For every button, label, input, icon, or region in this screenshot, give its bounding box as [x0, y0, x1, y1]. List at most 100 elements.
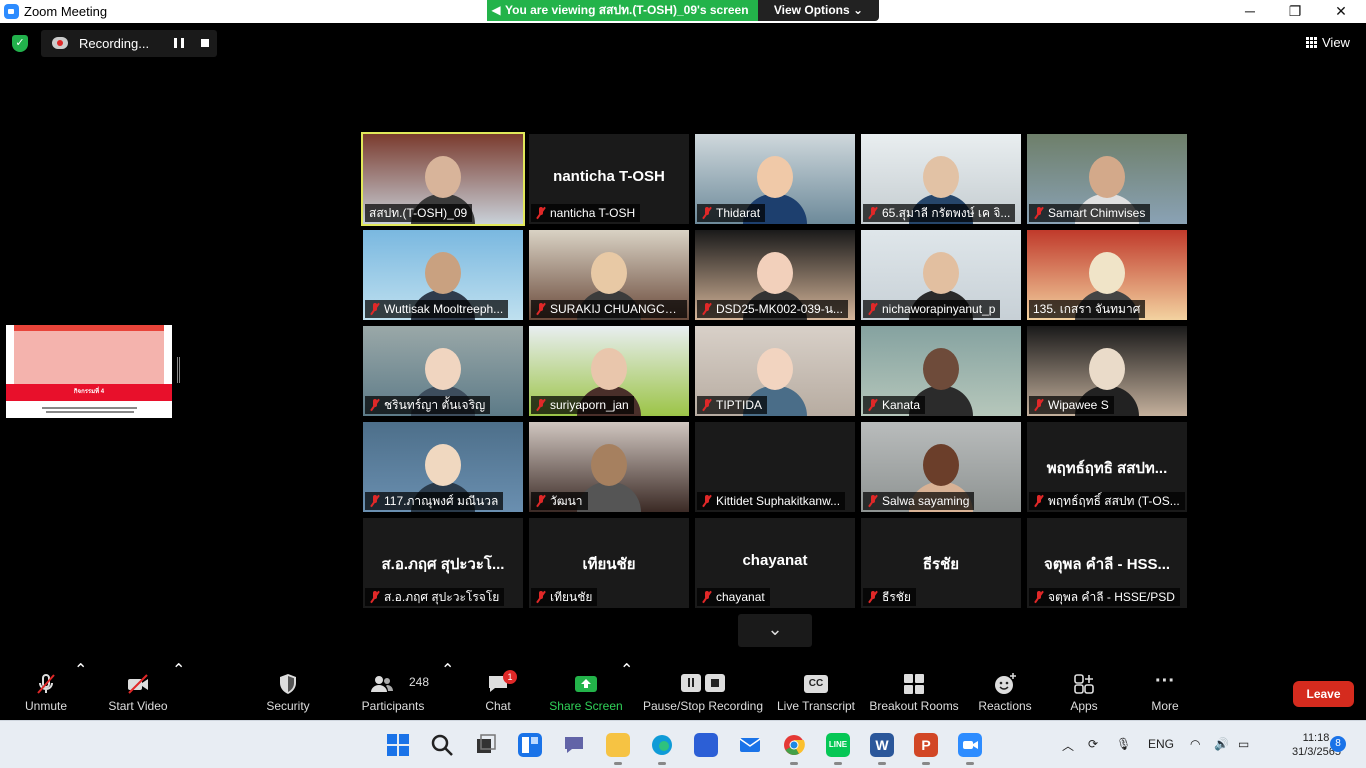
participant-tile[interactable]: Kittidet Suphakitkanw...	[695, 422, 855, 512]
participant-tile[interactable]: Kanata	[861, 326, 1021, 416]
participant-name: วัฒนา	[550, 494, 583, 508]
participant-face	[757, 252, 793, 294]
input-language[interactable]: ENG	[1148, 737, 1174, 751]
microphone-muted-icon	[869, 591, 877, 603]
participant-tile[interactable]: ชรินทร์ญา ตั้นเจริญ	[363, 326, 523, 416]
volume-icon[interactable]: 🔊	[1214, 737, 1229, 751]
widgets-icon[interactable]	[518, 733, 542, 757]
audio-options-caret[interactable]: ⌃	[74, 660, 87, 720]
participant-name: เทียนชัย	[550, 590, 593, 604]
participant-tile[interactable]: suriyaporn_jan	[529, 326, 689, 416]
edge-browser-icon[interactable]	[650, 733, 674, 765]
participant-tile[interactable]: พฤทธ์ฤทธิ สสปท... พฤทธ์ฤทธิ์ สสปท (T-OS..…	[1027, 422, 1187, 512]
participant-tile[interactable]: DSD25-MK002-039-น...	[695, 230, 855, 320]
close-button[interactable]: ✕	[1318, 0, 1364, 23]
mail-icon[interactable]	[738, 733, 762, 757]
participant-tile[interactable]: 117.ภาณุพงศ์ มณีนวล	[363, 422, 523, 512]
participant-tile[interactable]: Salwa sayaming	[861, 422, 1021, 512]
stop-recording-icon[interactable]	[201, 39, 209, 47]
participant-tile[interactable]: สสปท.(T-OSH)_09	[361, 132, 525, 226]
reactions-button[interactable]: Reactions	[974, 660, 1036, 720]
participant-tile[interactable]: TIPTIDA	[695, 326, 855, 416]
powerpoint-app-icon[interactable]: P	[914, 733, 938, 765]
show-hidden-icons-chevron-up-icon[interactable]: ︿	[1062, 737, 1074, 754]
participant-name: Kittidet Suphakitkanw...	[716, 494, 841, 508]
microphone-muted-icon	[869, 399, 877, 411]
teams-chat-icon[interactable]	[562, 733, 586, 757]
participant-name: SURAKIJ CHUANGCH...	[550, 302, 684, 316]
pause-stop-recording-button[interactable]: Pause/Stop Recording	[640, 660, 766, 720]
unmute-button[interactable]: Unmute	[14, 660, 78, 720]
next-page-button[interactable]: ⌄	[738, 614, 812, 647]
participants-button[interactable]: 248 Participants	[358, 660, 429, 720]
pause-recording-icon[interactable]	[174, 38, 184, 48]
participant-tile[interactable]: chayanat chayanat	[695, 518, 855, 608]
microphone-icon[interactable]: 🎙	[1116, 737, 1131, 751]
participant-tile[interactable]: Samart Chimvises	[1027, 134, 1187, 224]
notification-badge[interactable]: 8	[1330, 736, 1346, 752]
participant-name: suriyaporn_jan	[550, 398, 629, 412]
participant-tile[interactable]: ธีรชัย ธีรชัย	[861, 518, 1021, 608]
participant-name-tag: Wuttisak Mooltreeph...	[365, 300, 509, 318]
start-video-button[interactable]: Start Video	[104, 660, 172, 720]
participant-display-name: พฤทธ์ฤทธิ สสปท...	[1046, 460, 1168, 477]
windows-start-icon[interactable]	[386, 733, 410, 757]
participant-tile[interactable]: nanticha T-OSH nanticha T-OSH	[529, 134, 689, 224]
search-icon[interactable]	[430, 733, 454, 757]
microphone-muted-icon	[37, 674, 55, 694]
apps-button[interactable]: Apps	[1058, 660, 1110, 720]
participant-tile[interactable]: nichaworapinyanut_p	[861, 230, 1021, 320]
share-screen-button[interactable]: Share Screen	[548, 660, 624, 720]
grid-icon	[1306, 37, 1317, 48]
file-explorer-icon[interactable]	[606, 733, 630, 765]
participant-tile[interactable]: จตุพล คำลี - HSS... จตุพล คำลี - HSSE/PSD	[1027, 518, 1187, 608]
sync-icon[interactable]: ⟳	[1088, 737, 1098, 751]
participants-options-caret[interactable]: ⌃	[441, 660, 454, 720]
recording-indicator: Recording...	[41, 30, 217, 57]
line-app-icon[interactable]: LINE	[826, 733, 850, 765]
participant-tile[interactable]: 135. เกสรา จันทมาศ	[1027, 230, 1187, 320]
security-button[interactable]: Security	[258, 660, 318, 720]
view-options-button[interactable]: View Options ⌄	[758, 0, 879, 21]
more-button[interactable]: ··· More	[1140, 660, 1190, 720]
battery-icon[interactable]: ▭	[1238, 737, 1249, 751]
participant-name: 135. เกสรา จันทมาศ	[1033, 302, 1141, 316]
participant-name-tag: ธีรชัย	[863, 588, 916, 606]
slide-banner: กิจกรรมที่ 4	[6, 384, 172, 401]
live-transcript-button[interactable]: CC Live Transcript	[774, 660, 858, 720]
participant-face	[425, 252, 461, 294]
microphone-muted-icon	[703, 303, 711, 315]
participant-face	[591, 348, 627, 390]
minimize-button[interactable]: ─	[1227, 0, 1273, 23]
participant-name-tag: SURAKIJ CHUANGCH...	[531, 300, 687, 318]
participant-face	[1089, 348, 1125, 390]
encryption-shield-icon[interactable]: ✓	[12, 35, 28, 52]
breakout-rooms-button[interactable]: Breakout Rooms	[866, 660, 962, 720]
participant-tile[interactable]: เทียนชัย เทียนชัย	[529, 518, 689, 608]
participant-tile[interactable]: Wipawee S	[1027, 326, 1187, 416]
view-layout-button[interactable]: View	[1306, 35, 1350, 50]
participant-tile[interactable]: SURAKIJ CHUANGCH...	[529, 230, 689, 320]
microphone-muted-icon	[537, 303, 545, 315]
shared-screen-thumbnail[interactable]: กิจกรรมที่ 4	[6, 325, 172, 418]
reactions-label: Reactions	[978, 699, 1032, 713]
wifi-icon[interactable]: ◠	[1190, 737, 1200, 751]
leave-button[interactable]: Leave	[1293, 681, 1354, 707]
video-off-icon	[128, 674, 148, 694]
chat-button[interactable]: 1 Chat	[474, 660, 522, 720]
share-options-caret[interactable]: ⌃	[620, 660, 633, 720]
participant-tile[interactable]: Wuttisak Mooltreeph...	[363, 230, 523, 320]
resize-handle[interactable]	[177, 357, 180, 383]
maximize-button[interactable]: ❐	[1272, 0, 1318, 23]
participant-tile[interactable]: Thidarat	[695, 134, 855, 224]
zoom-taskbar-icon[interactable]	[958, 733, 982, 765]
participant-tile[interactable]: วัฒนา	[529, 422, 689, 512]
cloud-record-icon	[52, 37, 68, 49]
chrome-browser-icon[interactable]	[782, 733, 806, 765]
microsoft-store-icon[interactable]	[694, 733, 718, 757]
participant-tile[interactable]: 65.สุมาลี กรัตพงษ์ เค จิ...	[861, 134, 1021, 224]
word-app-icon[interactable]: W	[870, 733, 894, 765]
video-options-caret[interactable]: ⌃	[172, 660, 185, 720]
task-view-icon[interactable]	[474, 733, 498, 757]
participant-tile[interactable]: ส.อ.ภฤศ สุปะวะโ... ส.อ.ภฤศ สุปะวะโรจโย	[363, 518, 523, 608]
